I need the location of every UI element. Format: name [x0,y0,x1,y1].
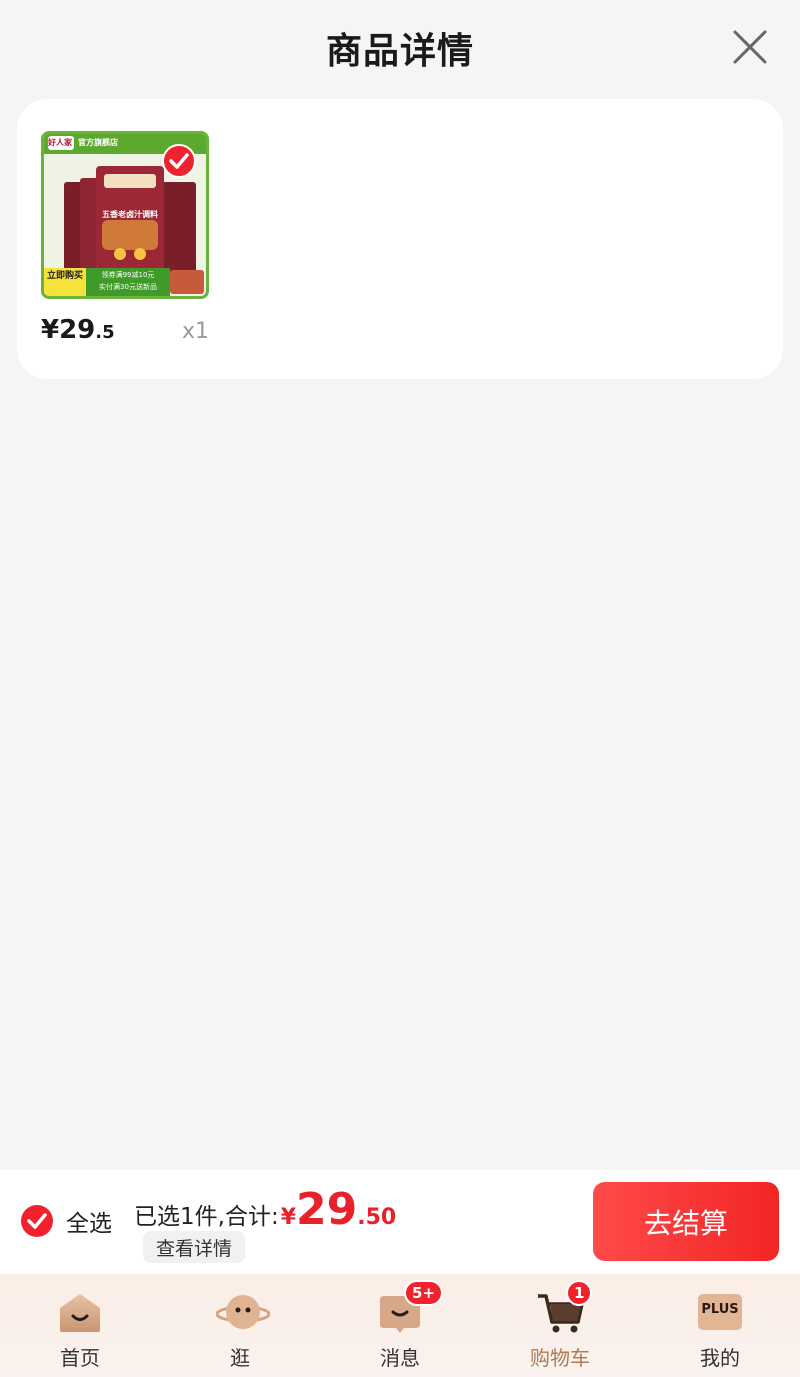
checkmark-circle-icon [162,144,196,178]
item-price-main: ¥29 [41,315,96,345]
home-icon [56,1288,104,1336]
cart-icon: 1 [536,1280,593,1336]
item-price: ¥29.5 [41,315,115,345]
tab-me[interactable]: PLUS 我的 [640,1274,800,1377]
summary-label: 已选1件,合计: [134,1204,279,1230]
store-tag: 官方旗舰店 [78,138,118,147]
cart-badge: 1 [566,1280,593,1306]
tab-label: 逛 [230,1346,250,1370]
tab-cart[interactable]: 1 购物车 [480,1274,640,1377]
view-details-button[interactable]: 查看详情 [143,1231,246,1263]
product-image[interactable]: 好人家 官方旗舰店 五香老卤汁调料 立即购买 领券满99减10元 实付满30元送… [41,131,209,299]
tab-home[interactable]: 首页 [0,1274,160,1377]
tab-label: 我的 [700,1346,740,1370]
close-icon[interactable] [730,27,770,67]
total-currency: ¥ [280,1205,297,1230]
item-quantity: x1 [181,319,209,344]
plus-icon-text: PLUS [701,1302,739,1317]
coupon-line-2: 实付满30元送新品 [99,283,157,291]
checkmark-circle-icon[interactable] [20,1204,54,1238]
tab-label: 购物车 [530,1346,590,1370]
checkout-button[interactable]: 去结算 [593,1182,779,1261]
select-all-toggle[interactable]: 全选 [20,1204,112,1238]
tab-label: 消息 [380,1346,420,1370]
package-title: 五香老卤汁调料 [102,210,158,219]
coupon-line-1: 领券满99减10元 [101,271,155,279]
tab-explore[interactable]: 逛 [160,1274,320,1377]
total-integer: 29 [296,1184,358,1235]
total-decimal: .50 [357,1205,397,1230]
page-header: 商品详情 [0,0,800,96]
planet-face-icon [215,1288,271,1336]
page-title: 商品详情 [325,31,474,72]
tab-label: 首页 [60,1346,100,1370]
tab-messages[interactable]: 5+ 消息 [320,1274,480,1377]
plus-member-icon: PLUS [696,1288,744,1336]
message-icon: 5+ [376,1280,444,1336]
item-select-checkbox[interactable] [162,144,196,178]
select-all-label: 全选 [66,1211,112,1237]
order-total: 已选1件,合计: ¥ 29 .50 [134,1184,396,1235]
checkout-bar: 全选 已选1件,合计: ¥ 29 .50 查看详情 去结算 [0,1170,800,1274]
buy-now-tag: 立即购买 [46,271,83,281]
messages-badge: 5+ [404,1280,444,1306]
close-button[interactable] [730,27,770,67]
brand-badge: 好人家 [48,138,72,147]
item-price-decimal: .5 [95,322,115,343]
product-item[interactable]: 好人家 官方旗舰店 五香老卤汁调料 立即购买 领券满99减10元 实付满30元送… [41,131,209,345]
bottom-tab-bar: 首页 逛 5+ 消息 1 购物车 PLUS 我的 [0,1274,800,1377]
product-card: 好人家 官方旗舰店 五香老卤汁调料 立即购买 领券满99减10元 实付满30元送… [17,99,783,379]
price-row: ¥29.5 x1 [41,315,209,345]
